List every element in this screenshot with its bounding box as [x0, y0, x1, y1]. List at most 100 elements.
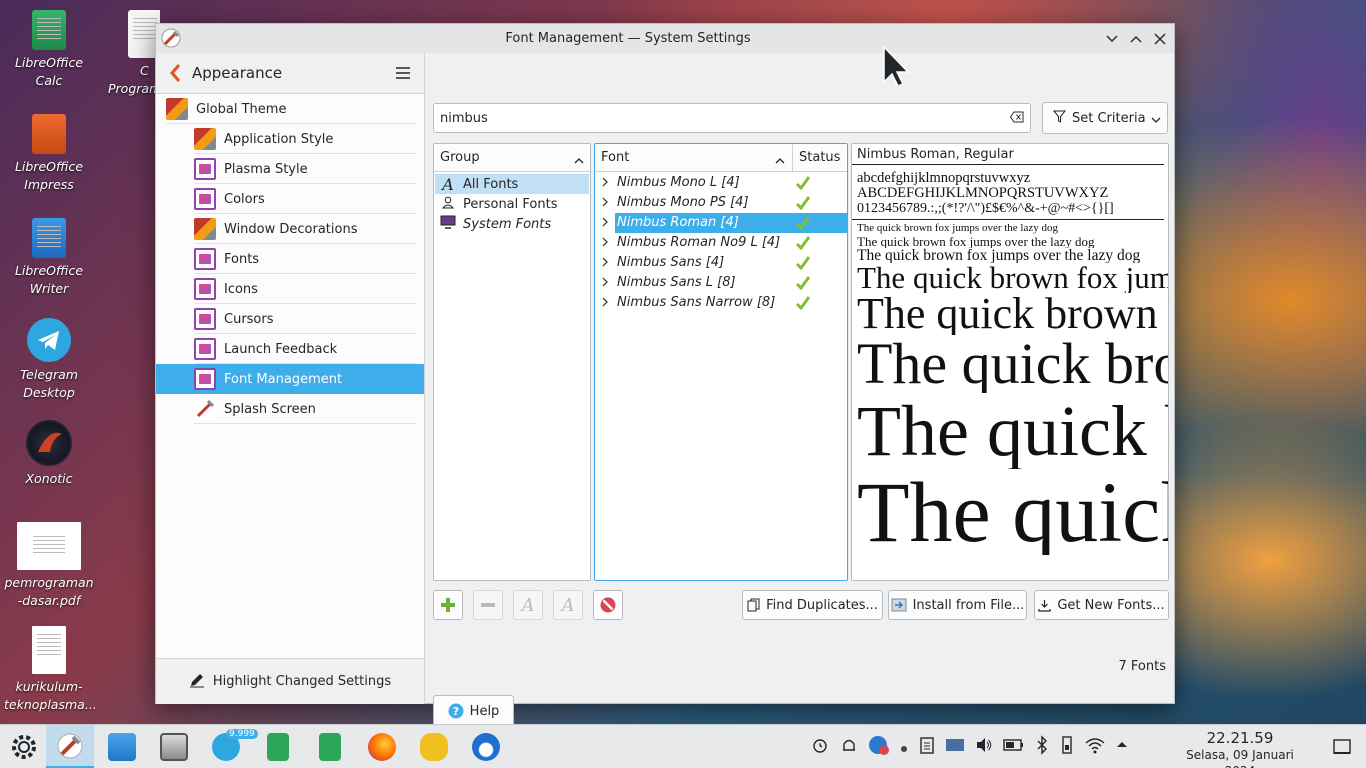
enable-font-button[interactable]: A: [513, 590, 543, 620]
disable-font-button[interactable]: A: [553, 590, 583, 620]
maximize-button[interactable]: [1124, 27, 1148, 51]
preview-font-title: Nimbus Roman, Regular: [852, 144, 1164, 165]
sidebar-item-global-theme[interactable]: Global Theme: [156, 94, 424, 124]
desktop-icon-label: Telegram: [20, 367, 78, 382]
sidebar-item-launch-feedback[interactable]: Launch Feedback: [156, 334, 424, 364]
clear-search-icon[interactable]: [1009, 111, 1024, 123]
font-list-row[interactable]: Nimbus Sans Narrow [8]: [595, 293, 847, 313]
sidebar-item-plasma-style[interactable]: Plasma Style: [156, 154, 424, 184]
font-list-row[interactable]: Nimbus Sans L [8]: [595, 273, 847, 293]
expand-chevron-icon[interactable]: [595, 276, 615, 291]
taskbar-thunderbird[interactable]: [462, 725, 510, 768]
sidebar-item-colors[interactable]: Colors: [156, 184, 424, 214]
application-style-icon: [194, 128, 216, 150]
font-list-row[interactable]: Nimbus Mono L [4]: [595, 173, 847, 193]
desktop-icon-kurikulum[interactable]: kurikulum- teknoplasma...: [4, 626, 97, 714]
expand-chevron-icon[interactable]: [595, 176, 615, 191]
minimize-button[interactable]: [1100, 27, 1124, 51]
calc-icon: [32, 10, 66, 50]
delete-font-button[interactable]: [593, 590, 623, 620]
desktop-icon-c-programming[interactable]: C Program: [100, 10, 160, 98]
taskbar-discover[interactable]: [98, 725, 146, 768]
font-family-name: Nimbus Sans [4]: [617, 255, 725, 270]
sidebar-item-fonts[interactable]: Fonts: [156, 244, 424, 274]
taskbar-konqi-app[interactable]: [410, 725, 458, 768]
taskbar-libreoffice-calc-2[interactable]: [306, 725, 354, 768]
get-new-fonts-button[interactable]: Get New Fonts...: [1034, 590, 1169, 620]
group-column-header[interactable]: Group: [434, 144, 590, 172]
sidebar-item-application-style[interactable]: Application Style: [156, 124, 424, 154]
bluetooth-icon[interactable]: [1034, 735, 1050, 759]
clipboard-icon[interactable]: [918, 735, 936, 759]
remove-font-button[interactable]: [473, 590, 503, 620]
status-column-header[interactable]: Status: [792, 144, 840, 172]
taskbar-libreoffice-calc-1[interactable]: [254, 725, 302, 768]
font-list-row[interactable]: Nimbus Roman No9 L [4]: [595, 233, 847, 253]
sidebar-item-font-management[interactable]: Font Management: [156, 364, 424, 394]
battery-icon[interactable]: [1003, 735, 1025, 759]
get-new-fonts-label: Get New Fonts...: [1057, 597, 1165, 613]
highlight-changed-settings-button[interactable]: Highlight Changed Settings: [156, 658, 424, 704]
keyboard-layout-icon[interactable]: [945, 735, 965, 759]
find-duplicates-button[interactable]: Find Duplicates...: [742, 590, 883, 620]
network-dot-icon[interactable]: [899, 735, 909, 759]
add-font-button[interactable]: [433, 590, 463, 620]
font-management-icon: [194, 368, 216, 390]
font-list-row[interactable]: Nimbus Mono PS [4]: [595, 193, 847, 213]
sidebar-item-icons[interactable]: Icons: [156, 274, 424, 304]
font-list-row[interactable]: Nimbus Roman [4]: [595, 213, 847, 233]
group-system-fonts[interactable]: System Fonts: [435, 214, 589, 234]
file-manager-icon: [160, 733, 188, 761]
expand-chevron-icon[interactable]: [595, 216, 615, 231]
notifications-bell-icon[interactable]: [839, 735, 859, 759]
taskbar-file-manager[interactable]: [150, 725, 198, 768]
font-count: 7 Fonts: [1118, 659, 1166, 674]
sidebar-item-window-decorations[interactable]: Window Decorations: [156, 214, 424, 244]
sidebar-item-splash-screen[interactable]: Splash Screen: [156, 394, 424, 424]
font-column-header[interactable]: Font Status: [595, 144, 847, 172]
sidebar-item-label: Plasma Style: [224, 161, 308, 177]
desktop-icon-label: Impress: [24, 177, 74, 192]
close-button[interactable]: [1148, 27, 1172, 51]
volume-icon[interactable]: [974, 735, 994, 759]
user-icon: [439, 196, 457, 213]
preview-lowercase: abcdefghijklmnopqrstuvwxyz: [857, 171, 1031, 186]
set-criteria-dropdown[interactable]: Set Criteria: [1042, 102, 1168, 134]
expand-chevron-icon[interactable]: [595, 256, 615, 271]
titlebar[interactable]: Font Management — System Settings: [156, 24, 1174, 53]
taskbar-firefox[interactable]: [358, 725, 406, 768]
alarm-icon[interactable]: [810, 735, 830, 759]
desktop-icon-telegram[interactable]: Telegram Desktop: [4, 318, 94, 402]
expand-chevron-icon[interactable]: [595, 196, 615, 211]
sidebar-item-cursors[interactable]: Cursors: [156, 304, 424, 334]
digital-clock[interactable]: 22.21.59 Selasa, 09 Januari 2024: [1170, 729, 1310, 768]
font-family-name: Nimbus Sans Narrow [8]: [617, 295, 776, 310]
tray-expand-icon[interactable]: [1115, 735, 1129, 759]
taskbar-system-settings[interactable]: [46, 725, 94, 768]
font-management-page: nimbus Set Criteria Group A All Fonts Pe…: [426, 53, 1174, 727]
colors-icon: [194, 188, 216, 210]
desktop-icon-pemrograman-dasar-pdf[interactable]: pemrograman -dasar.pdf: [4, 522, 94, 610]
show-desktop-button[interactable]: [1318, 725, 1366, 768]
taskbar-telegram[interactable]: 9.999: [202, 725, 258, 768]
search-input[interactable]: nimbus: [433, 103, 1031, 133]
desktop-icon-xonotic[interactable]: Xonotic: [4, 420, 94, 488]
expand-chevron-icon[interactable]: [595, 236, 615, 251]
desktop-icon-libreoffice-writer[interactable]: LibreOffice Writer: [4, 218, 94, 298]
group-personal-fonts[interactable]: Personal Fonts: [435, 194, 589, 214]
settings-app-icon[interactable]: [160, 27, 182, 49]
wifi-icon[interactable]: [1084, 735, 1106, 759]
group-all-fonts[interactable]: A All Fonts: [435, 174, 589, 194]
application-launcher-button[interactable]: [0, 725, 48, 768]
update-notifier-icon[interactable]: [868, 734, 890, 760]
install-from-file-button[interactable]: Install from File...: [888, 590, 1027, 620]
desktop-icon-libreoffice-impress[interactable]: LibreOffice Impress: [4, 114, 94, 194]
hamburger-menu-icon[interactable]: [390, 60, 416, 86]
font-list-row[interactable]: Nimbus Sans [4]: [595, 253, 847, 273]
impress-icon: [32, 114, 66, 154]
back-button[interactable]: [160, 58, 190, 88]
device-notifier-icon[interactable]: [1059, 735, 1075, 759]
help-button[interactable]: ? Help: [433, 695, 514, 727]
expand-chevron-icon[interactable]: [595, 296, 615, 311]
desktop-icon-libreoffice-calc[interactable]: LibreOffice Calc: [4, 10, 94, 90]
